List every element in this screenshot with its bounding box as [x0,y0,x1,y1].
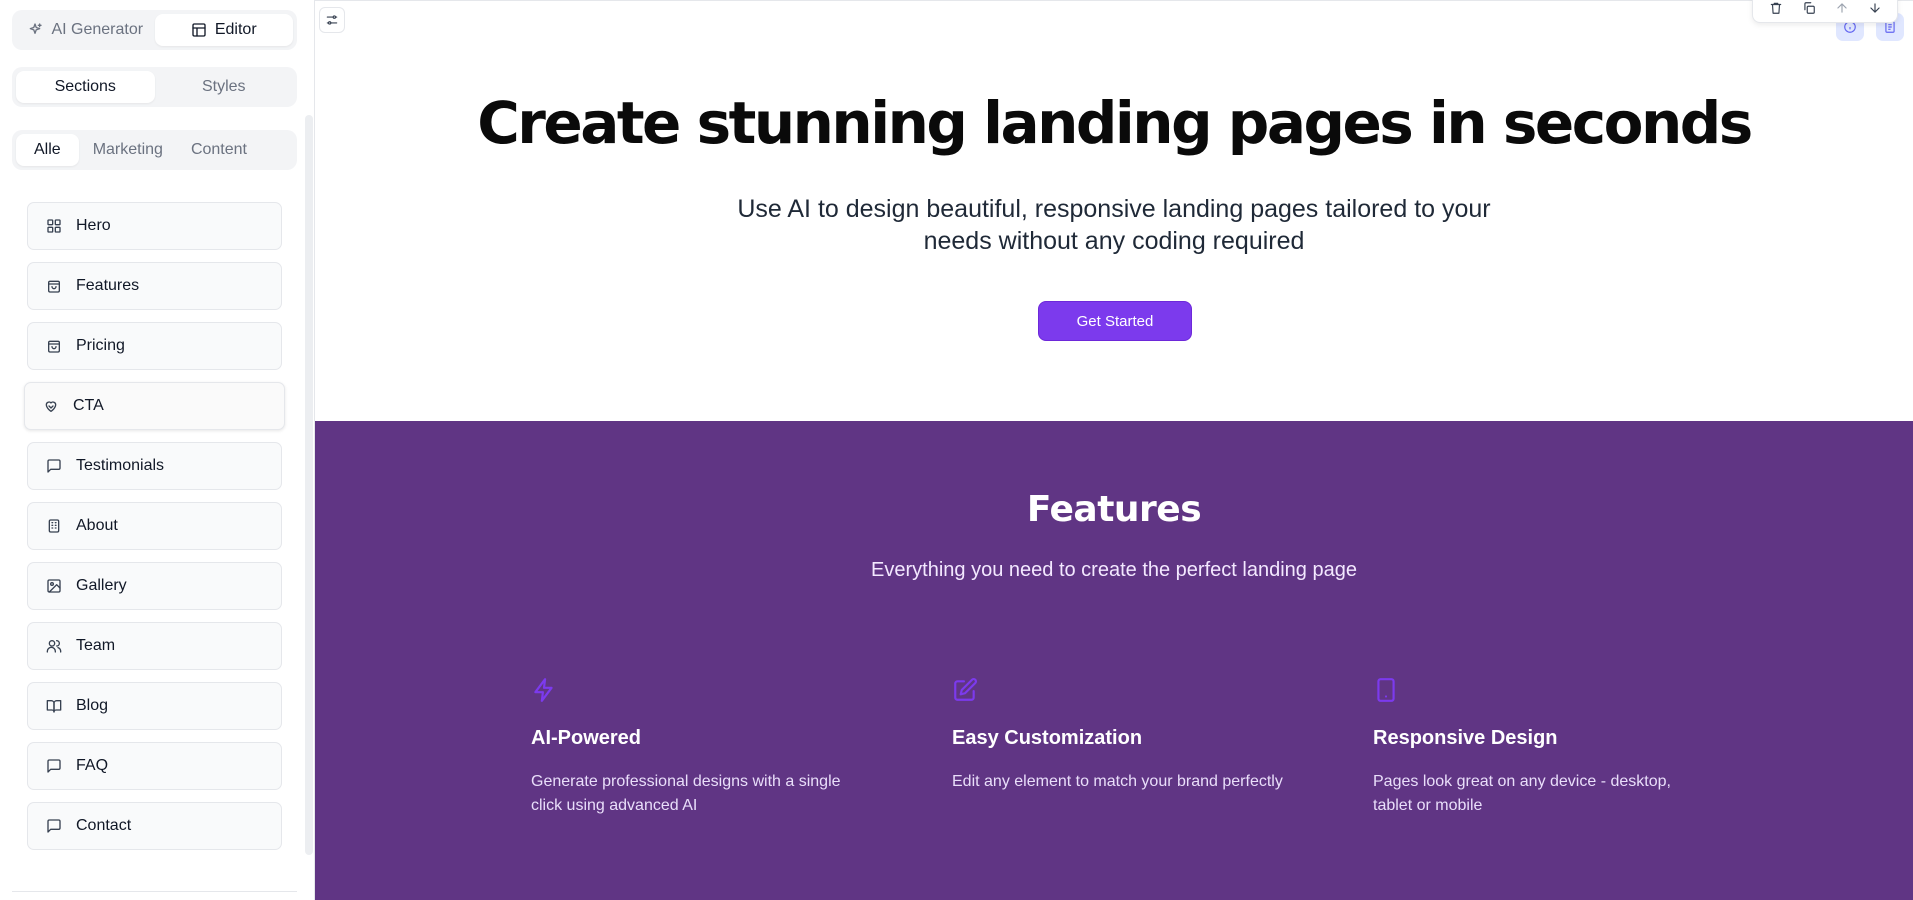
section-item-hero[interactable]: Hero [27,202,282,250]
feature-card: AI-Powered Generate professional designs… [531,677,871,818]
editor-label: Editor [214,21,257,38]
duplicate-button[interactable] [1799,0,1819,18]
feature-title: AI-Powered [531,727,642,749]
section-item-features[interactable]: Features [27,262,282,310]
hero-section[interactable]: Create stunning landing pages in seconds… [315,1,1913,421]
image-icon [47,579,61,593]
section-item-label: Testimonials [76,457,165,474]
app-root: AI Generator Editor Sections Styles Alle… [0,0,1913,900]
section-item-label: Gallery [76,577,127,594]
block-toolbar [1752,0,1898,23]
section-item-contact[interactable]: Contact [27,802,282,850]
features-subtitle: Everything you need to create the perfec… [871,559,1357,581]
feature-title: Responsive Design [1373,727,1558,749]
sidebar-scrollbar[interactable] [305,115,313,855]
section-item-cta[interactable]: CTA [24,382,285,430]
section-item-testimonials[interactable]: Testimonials [27,442,282,490]
tab-styles[interactable]: Styles [155,71,294,103]
section-item-label: About [76,517,118,534]
feature-title: Easy Customization [952,727,1143,749]
section-item-label: FAQ [76,757,109,774]
section-item-label: Contact [76,817,132,834]
get-started-button[interactable]: Get Started [1038,301,1192,341]
zap-icon [531,677,559,705]
sparkles-icon [30,23,43,34]
ai-generator-tab[interactable]: AI Generator [16,14,155,46]
filter-marketing[interactable]: Marketing [79,134,177,166]
hero-title: Create stunning landing pages in seconds [477,89,1753,157]
trash-icon [1770,2,1781,14]
section-item-label: Team [76,637,116,654]
tab-sections[interactable]: Sections [16,71,155,103]
ai-generator-label: AI Generator [51,21,144,38]
section-item-label: Blog [76,697,109,714]
layout-grid-icon [47,219,61,233]
feature-description: Pages look great on any device - desktop… [1373,773,1671,814]
features-title: Features [1026,489,1202,530]
arrow-down-icon [1869,3,1880,13]
divider [12,891,297,892]
message-square-icon [47,459,61,473]
section-item-label: Hero [76,217,111,234]
section-item-blog[interactable]: Blog [27,682,282,730]
section-item-faq[interactable]: FAQ [27,742,282,790]
filter-content[interactable]: Content [177,134,261,166]
move-up-button[interactable] [1832,0,1852,18]
section-item-about[interactable]: About [27,502,282,550]
message-square-icon [47,759,61,773]
feature-card: Easy Customization Edit any element to m… [952,677,1292,794]
section-item-label: Pricing [76,337,125,354]
book-open-icon [46,700,62,713]
filter-all[interactable]: Alle [16,134,79,166]
copy-icon [1803,2,1815,14]
delete-button[interactable] [1766,0,1786,18]
feature-card: Responsive Design Pages look great on an… [1373,677,1713,818]
arrow-up-icon [1836,3,1847,13]
section-item-label: CTA [73,397,104,414]
shopping-bag-icon [48,340,60,353]
hero-subtitle: Use AI to design beautiful, responsive l… [737,195,1491,255]
editor-tab[interactable]: Editor [154,14,293,46]
layout-icon [192,23,206,37]
category-filter: Alle Marketing Content [12,130,297,170]
move-down-button[interactable] [1865,0,1885,18]
feature-description: Generate professional designs with a sin… [531,773,841,814]
mode-switcher: AI Generator Editor [12,10,297,50]
tablet-icon [1373,677,1401,705]
users-icon [46,640,62,653]
edit-icon [952,677,980,705]
features-section[interactable]: Features Everything you need to create t… [315,421,1913,900]
section-item-label: Features [76,277,140,294]
building-icon [48,519,60,533]
feature-description: Edit any element to match your brand per… [952,773,1283,790]
shopping-bag-icon [48,280,60,293]
sidebar: AI Generator Editor Sections Styles Alle… [0,0,315,900]
section-item-gallery[interactable]: Gallery [27,562,282,610]
message-square-icon [47,819,61,833]
hand-heart-icon [45,401,57,412]
section-item-team[interactable]: Team [27,622,282,670]
section-item-pricing[interactable]: Pricing [27,322,282,370]
editor-canvas: Create stunning landing pages in seconds… [315,0,1913,900]
sidebar-tabs: Sections Styles [12,67,297,107]
